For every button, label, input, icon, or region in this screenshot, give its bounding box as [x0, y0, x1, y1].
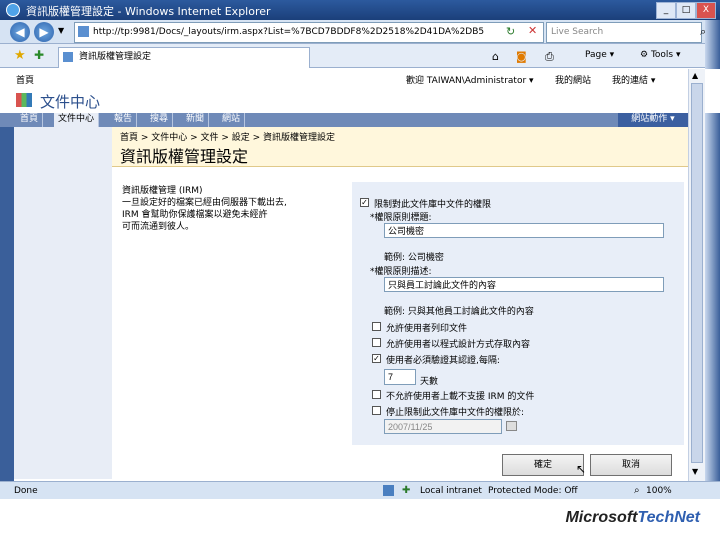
network-icon [383, 485, 394, 496]
forward-button[interactable]: ▶ [34, 22, 54, 42]
window-title: 資訊版權管理設定 - Windows Internet Explorer [26, 5, 271, 18]
page-menu[interactable]: Page ▾ [585, 50, 614, 60]
maximize-button[interactable]: □ [676, 2, 696, 19]
breadcrumb[interactable]: 首頁 > 文件中心 > 文件 > 設定 > 資訊版權管理設定 [120, 130, 335, 143]
my-site-link[interactable]: 我的網站 [555, 73, 591, 86]
left-nav-panel [14, 127, 112, 479]
no-irm-upload-label: 不允許使用者上載不支援 IRM 的文件 [386, 392, 535, 402]
home-icon[interactable]: ⌂ [492, 50, 499, 63]
page-title: 資訊版權管理設定 [120, 147, 249, 166]
tab-current[interactable]: 資訊版權管理設定 [58, 47, 310, 68]
microsoft-technet-logo: MicrosoftTechNet [565, 509, 700, 526]
nav-tab-news[interactable]: 新聞 [182, 113, 210, 127]
close-button[interactable]: X [696, 2, 716, 19]
favorites-star-icon[interactable]: ★ [14, 48, 26, 63]
policy-desc-label: *權限原則描述: [370, 267, 432, 277]
address-input[interactable]: http://tp:9981/Docs/_layouts/irm.aspx?Li… [74, 22, 544, 43]
add-favorite-icon[interactable]: ✚ [34, 48, 44, 62]
days-unit-label: 天數 [420, 377, 439, 387]
days-input[interactable] [384, 369, 416, 385]
irm-settings-panel: ✓ 限制對此文件庫中文件的權限 *權限原則標題: 範例: 公司機密 *權限原則描… [352, 182, 684, 445]
site-header: 文件中心 [0, 87, 720, 113]
security-zone-icon: ✚ [402, 485, 411, 496]
scroll-thumb[interactable] [691, 83, 703, 463]
nav-tab-search[interactable]: 搜尋 [146, 113, 174, 127]
window-title-bar: 資訊版權管理設定 - Windows Internet Explorer _ □… [0, 0, 720, 20]
address-row: ◀ ▶ ▼ http://tp:9981/Docs/_layouts/irm.a… [0, 20, 720, 44]
site-title[interactable]: 文件中心 [40, 91, 100, 112]
calendar-icon[interactable] [506, 421, 517, 431]
allow-print-label: 允許使用者列印文件 [386, 324, 468, 334]
stop-restrict-label: 停止限制此文件庫中文件的權限於: [386, 408, 525, 418]
ok-button[interactable]: 確定 [502, 454, 584, 476]
address-url: http://tp:9981/Docs/_layouts/irm.aspx?Li… [93, 27, 485, 37]
verify-credentials-checkbox[interactable]: ✓ [372, 354, 381, 363]
nav-tab-reports[interactable]: 報告 [110, 113, 138, 127]
top-home-link[interactable]: 首頁 [16, 73, 34, 86]
allow-print-checkbox[interactable] [372, 322, 381, 331]
restrict-checkbox[interactable]: ✓ [360, 198, 369, 207]
policy-desc-input[interactable] [384, 277, 664, 292]
cancel-button[interactable]: 取消 [590, 454, 672, 476]
tab-label: 資訊版權管理設定 [79, 52, 152, 62]
search-input[interactable]: Live Search [546, 22, 702, 43]
my-links-menu[interactable]: 我的連結 ▾ [612, 73, 655, 86]
minimize-button[interactable]: _ [656, 2, 676, 19]
ie-icon [6, 3, 20, 17]
site-actions-menu[interactable]: 網站動作 ▾ [618, 113, 688, 127]
page-title-area: 首頁 > 文件中心 > 文件 > 設定 > 資訊版權管理設定 資訊版權管理設定 [112, 127, 688, 167]
nav-tab-sites[interactable]: 網站 [218, 113, 246, 127]
policy-title-label: *權限原則標題: [370, 213, 432, 223]
sharepoint-top-bar: 首頁 歡迎 TAIWAN\Administrator ▾ 我的網站 我的連結 ▾ [0, 69, 720, 87]
verify-credentials-label: 使用者必須驗證其認證,每隔: [386, 356, 500, 366]
policy-title-example: 範例: 公司機密 [384, 253, 444, 263]
zoom-icon[interactable]: ⌕ [634, 485, 640, 496]
stop-icon[interactable]: ✕ [528, 24, 537, 37]
vertical-scrollbar[interactable]: ▲ ▼ [688, 69, 705, 481]
back-button[interactable]: ◀ [10, 22, 30, 42]
nav-tab-home[interactable]: 首頁 [16, 113, 44, 127]
gear-icon: ⚙ [640, 50, 649, 60]
page-icon [78, 26, 89, 37]
refresh-icon[interactable]: ↻ [506, 25, 515, 38]
feeds-icon[interactable]: ◙ [516, 50, 527, 63]
print-icon[interactable]: ⎙ [545, 50, 554, 64]
tools-menu[interactable]: ⚙ Tools ▾ [640, 50, 681, 60]
welcome-menu[interactable]: 歡迎 TAIWAN\Administrator ▾ [406, 73, 534, 86]
tab-row: ★ ✚ 資訊版權管理設定 ⌂ ◙ ⎙ Page ▾ ⚙ Tools ▾ [0, 44, 720, 68]
footer: MicrosoftTechNet [0, 499, 720, 540]
allow-program-access-label: 允許使用者以程式設計方式存取內容 [386, 340, 531, 350]
top-nav-bar: 首頁 文件中心 報告 搜尋 新聞 網站 網站動作 ▾ [0, 113, 688, 127]
left-frame [0, 69, 14, 481]
protected-mode-text: Protected Mode: Off [488, 486, 578, 496]
history-dropdown-icon[interactable]: ▼ [58, 26, 64, 35]
zone-text: Local intranet [420, 486, 482, 496]
no-irm-upload-checkbox[interactable] [372, 390, 381, 399]
allow-program-access-checkbox[interactable] [372, 338, 381, 347]
section-desc-line-3: 可而流通到彼人。 [122, 222, 195, 232]
policy-desc-example: 範例: 只與其他員工討論此文件的內容 [384, 307, 534, 317]
tab-page-icon [63, 52, 73, 62]
mouse-cursor-icon: ↖ [576, 462, 587, 476]
zoom-level[interactable]: 100% [646, 486, 672, 496]
policy-title-input[interactable] [384, 223, 664, 238]
nav-tab-document-center[interactable]: 文件中心 [54, 113, 100, 127]
scroll-up-icon[interactable]: ▲ [692, 71, 698, 80]
status-text: Done [14, 486, 38, 496]
stop-date-input[interactable] [384, 419, 502, 434]
restrict-label: 限制對此文件庫中文件的權限 [374, 200, 492, 210]
site-logo-icon [16, 93, 32, 107]
stop-restrict-checkbox[interactable] [372, 406, 381, 415]
status-bar: Done ✚ Local intranet Protected Mode: Of… [0, 481, 720, 499]
scroll-down-icon[interactable]: ▼ [692, 467, 698, 476]
